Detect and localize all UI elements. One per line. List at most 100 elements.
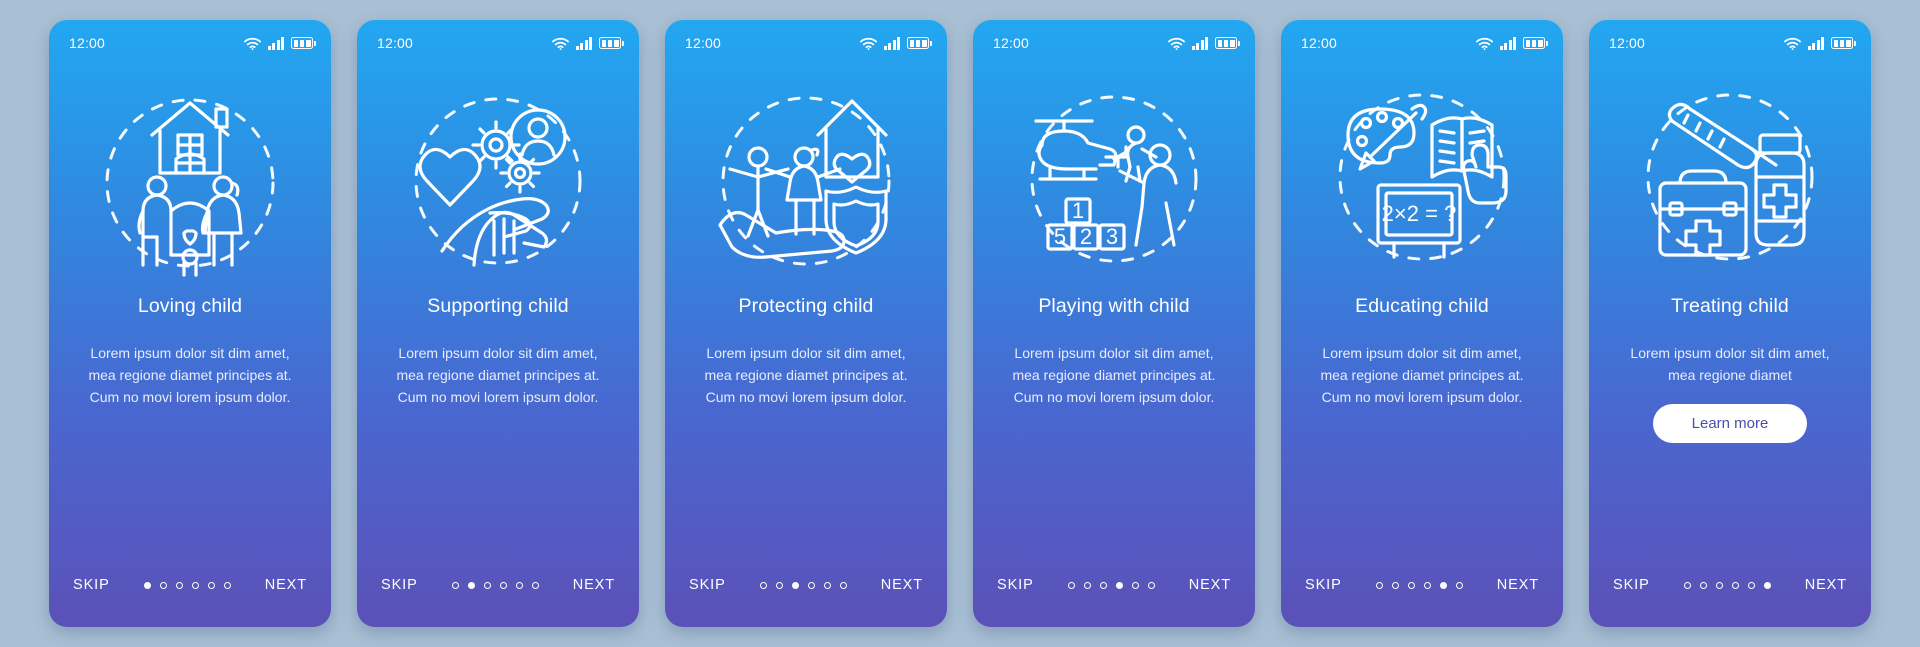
heart-gears-person-hands-illustration xyxy=(357,66,639,281)
status-icons xyxy=(859,36,932,50)
pagination-dot[interactable] xyxy=(1131,581,1139,589)
skip-button[interactable]: SKIP xyxy=(689,577,726,593)
skip-button[interactable]: SKIP xyxy=(381,577,418,593)
pagination-dot[interactable] xyxy=(1731,581,1739,589)
pagination-dot[interactable] xyxy=(1715,581,1723,589)
status-bar: 12:00 xyxy=(49,20,331,66)
status-icons xyxy=(1475,36,1548,50)
signal-bars-icon xyxy=(575,36,592,50)
pagination-dot[interactable] xyxy=(1375,581,1383,589)
page-title: Supporting child xyxy=(427,295,569,317)
onboarding-card-educating-child: 12:00 2×2 = ? Educating child Lorem ipsu… xyxy=(1281,20,1563,627)
battery-icon xyxy=(1831,37,1856,49)
skip-button[interactable]: SKIP xyxy=(997,577,1034,593)
pagination-dots xyxy=(1375,581,1463,589)
bottom-nav: SKIP NEXT xyxy=(357,553,639,627)
page-body-text: Lorem ipsum dolor sit dim amet, mea regi… xyxy=(1630,345,1830,383)
pagination-dot[interactable] xyxy=(191,581,199,589)
pagination-dot[interactable] xyxy=(823,581,831,589)
pagination-dot[interactable] xyxy=(207,581,215,589)
page-title: Loving child xyxy=(137,295,243,317)
pagination-dot[interactable] xyxy=(1407,581,1415,589)
pagination-dot[interactable] xyxy=(1747,581,1755,589)
pagination-dot[interactable] xyxy=(1683,581,1691,589)
pagination-dot[interactable] xyxy=(451,581,459,589)
house-family-heart-illustration xyxy=(49,66,331,281)
pagination-dot[interactable] xyxy=(1423,581,1431,589)
pagination-dots xyxy=(1683,581,1771,589)
pagination-dot[interactable] xyxy=(807,581,815,589)
status-bar: 12:00 xyxy=(1281,20,1563,66)
next-button[interactable]: NEXT xyxy=(265,577,307,593)
wifi-icon xyxy=(243,37,261,50)
pagination-dot[interactable] xyxy=(159,581,167,589)
onboarding-card-protecting-child: 12:00 Protecting child Lorem ipsum dolor… xyxy=(665,20,947,627)
page-body-text: Lorem ipsum dolor sit dim amet, mea regi… xyxy=(704,345,908,405)
signal-bars-icon xyxy=(1499,36,1516,50)
blackboard-expression: 2×2 = ? xyxy=(1382,201,1457,226)
pagination-dot[interactable] xyxy=(1115,581,1123,589)
wifi-icon xyxy=(1167,37,1185,50)
status-time: 12:00 xyxy=(69,35,106,51)
pagination-dot[interactable] xyxy=(839,581,847,589)
next-button[interactable]: NEXT xyxy=(881,577,923,593)
page-body-text: Lorem ipsum dolor sit dim amet, mea regi… xyxy=(1012,345,1216,405)
next-button[interactable]: NEXT xyxy=(1189,577,1231,593)
next-button[interactable]: NEXT xyxy=(1805,577,1847,593)
skip-button[interactable]: SKIP xyxy=(1305,577,1342,593)
bottom-nav: SKIP NEXT xyxy=(665,553,947,627)
pagination-dot[interactable] xyxy=(1439,581,1447,589)
pagination-dot[interactable] xyxy=(531,581,539,589)
pagination-dot[interactable] xyxy=(1455,581,1463,589)
cta-wrap: Learn more xyxy=(1589,404,1871,443)
battery-icon xyxy=(599,37,624,49)
pagination-dot[interactable] xyxy=(499,581,507,589)
pagination-dot[interactable] xyxy=(1083,581,1091,589)
page-title: Treating child xyxy=(1671,295,1789,317)
status-time: 12:00 xyxy=(993,35,1030,51)
pagination-dot[interactable] xyxy=(175,581,183,589)
status-time: 12:00 xyxy=(1609,35,1646,51)
helicopter-blocks-parent-child-illustration: 1 5 2 3 xyxy=(973,66,1255,281)
thermometer-firstaid-medicine-illustration xyxy=(1589,66,1871,281)
pagination-dot[interactable] xyxy=(1099,581,1107,589)
palette-book-blackboard-illustration: 2×2 = ? xyxy=(1281,66,1563,281)
status-bar: 12:00 xyxy=(973,20,1255,66)
status-icons xyxy=(1783,36,1856,50)
onboarding-screens-row: 12:00 Loving child Lorem ipsum dolor sit… xyxy=(43,20,1877,627)
page-title: Educating child xyxy=(1355,295,1489,317)
signal-bars-icon xyxy=(1807,36,1824,50)
pagination-dot[interactable] xyxy=(1391,581,1399,589)
svg-text:1: 1 xyxy=(1072,198,1084,223)
pagination-dot[interactable] xyxy=(223,581,231,589)
bottom-nav: SKIP NEXT xyxy=(49,553,331,627)
pagination-dot[interactable] xyxy=(1699,581,1707,589)
pagination-dot[interactable] xyxy=(1147,581,1155,589)
pagination-dot[interactable] xyxy=(467,581,475,589)
onboarding-card-loving-child: 12:00 Loving child Lorem ipsum dolor sit… xyxy=(49,20,331,627)
svg-text:3: 3 xyxy=(1106,224,1118,249)
status-icons xyxy=(551,36,624,50)
pagination-dot[interactable] xyxy=(759,581,767,589)
pagination-dot[interactable] xyxy=(515,581,523,589)
battery-icon xyxy=(291,37,316,49)
battery-icon xyxy=(1215,37,1240,49)
pagination-dots xyxy=(143,581,231,589)
page-title: Playing with child xyxy=(1038,295,1190,317)
next-button[interactable]: NEXT xyxy=(1497,577,1539,593)
pagination-dot[interactable] xyxy=(775,581,783,589)
pagination-dots xyxy=(1067,581,1155,589)
next-button[interactable]: NEXT xyxy=(573,577,615,593)
onboarding-card-supporting-child: 12:00 Supporting child Lorem ipsum dolor… xyxy=(357,20,639,627)
page-title: Protecting child xyxy=(738,295,874,317)
pagination-dot[interactable] xyxy=(483,581,491,589)
skip-button[interactable]: SKIP xyxy=(73,577,110,593)
pagination-dot[interactable] xyxy=(143,581,151,589)
skip-button[interactable]: SKIP xyxy=(1613,577,1650,593)
pagination-dot[interactable] xyxy=(1763,581,1771,589)
pagination-dot[interactable] xyxy=(1067,581,1075,589)
onboarding-card-treating-child: 12:00 Treating child Lorem ipsum dolor s… xyxy=(1589,20,1871,627)
svg-text:5: 5 xyxy=(1054,224,1066,249)
pagination-dot[interactable] xyxy=(791,581,799,589)
learn-more-button[interactable]: Learn more xyxy=(1653,404,1807,443)
